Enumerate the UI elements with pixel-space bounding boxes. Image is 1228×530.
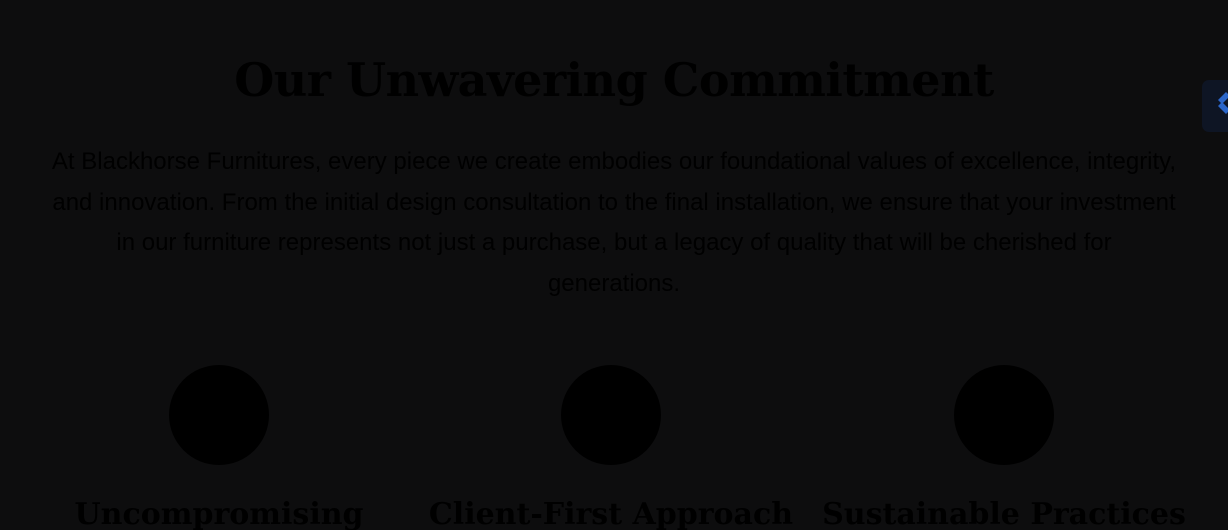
feature-card-1: Uncompromising: [29, 365, 409, 530]
circle-icon: [954, 365, 1054, 465]
feature-title-1: Uncompromising: [74, 497, 364, 530]
feature-title-3: Sustainable Practices: [822, 497, 1186, 530]
circle-icon: [561, 365, 661, 465]
feature-title-2: Client-First Approach: [428, 497, 794, 530]
feature-card-3: Sustainable Practices: [814, 365, 1194, 530]
section-title: Our Unwavering Commitment: [234, 53, 994, 107]
feature-card-2: Client-First Approach: [421, 365, 801, 530]
section-intro: At Blackhorse Furnitures, every piece we…: [51, 148, 1177, 298]
commitment-section: Our Unwavering Commitment At Blackhorse …: [0, 0, 1228, 530]
side-widget-tab[interactable]: [1202, 80, 1228, 132]
chevron-icon: [1218, 92, 1228, 114]
circle-icon: [169, 365, 269, 465]
